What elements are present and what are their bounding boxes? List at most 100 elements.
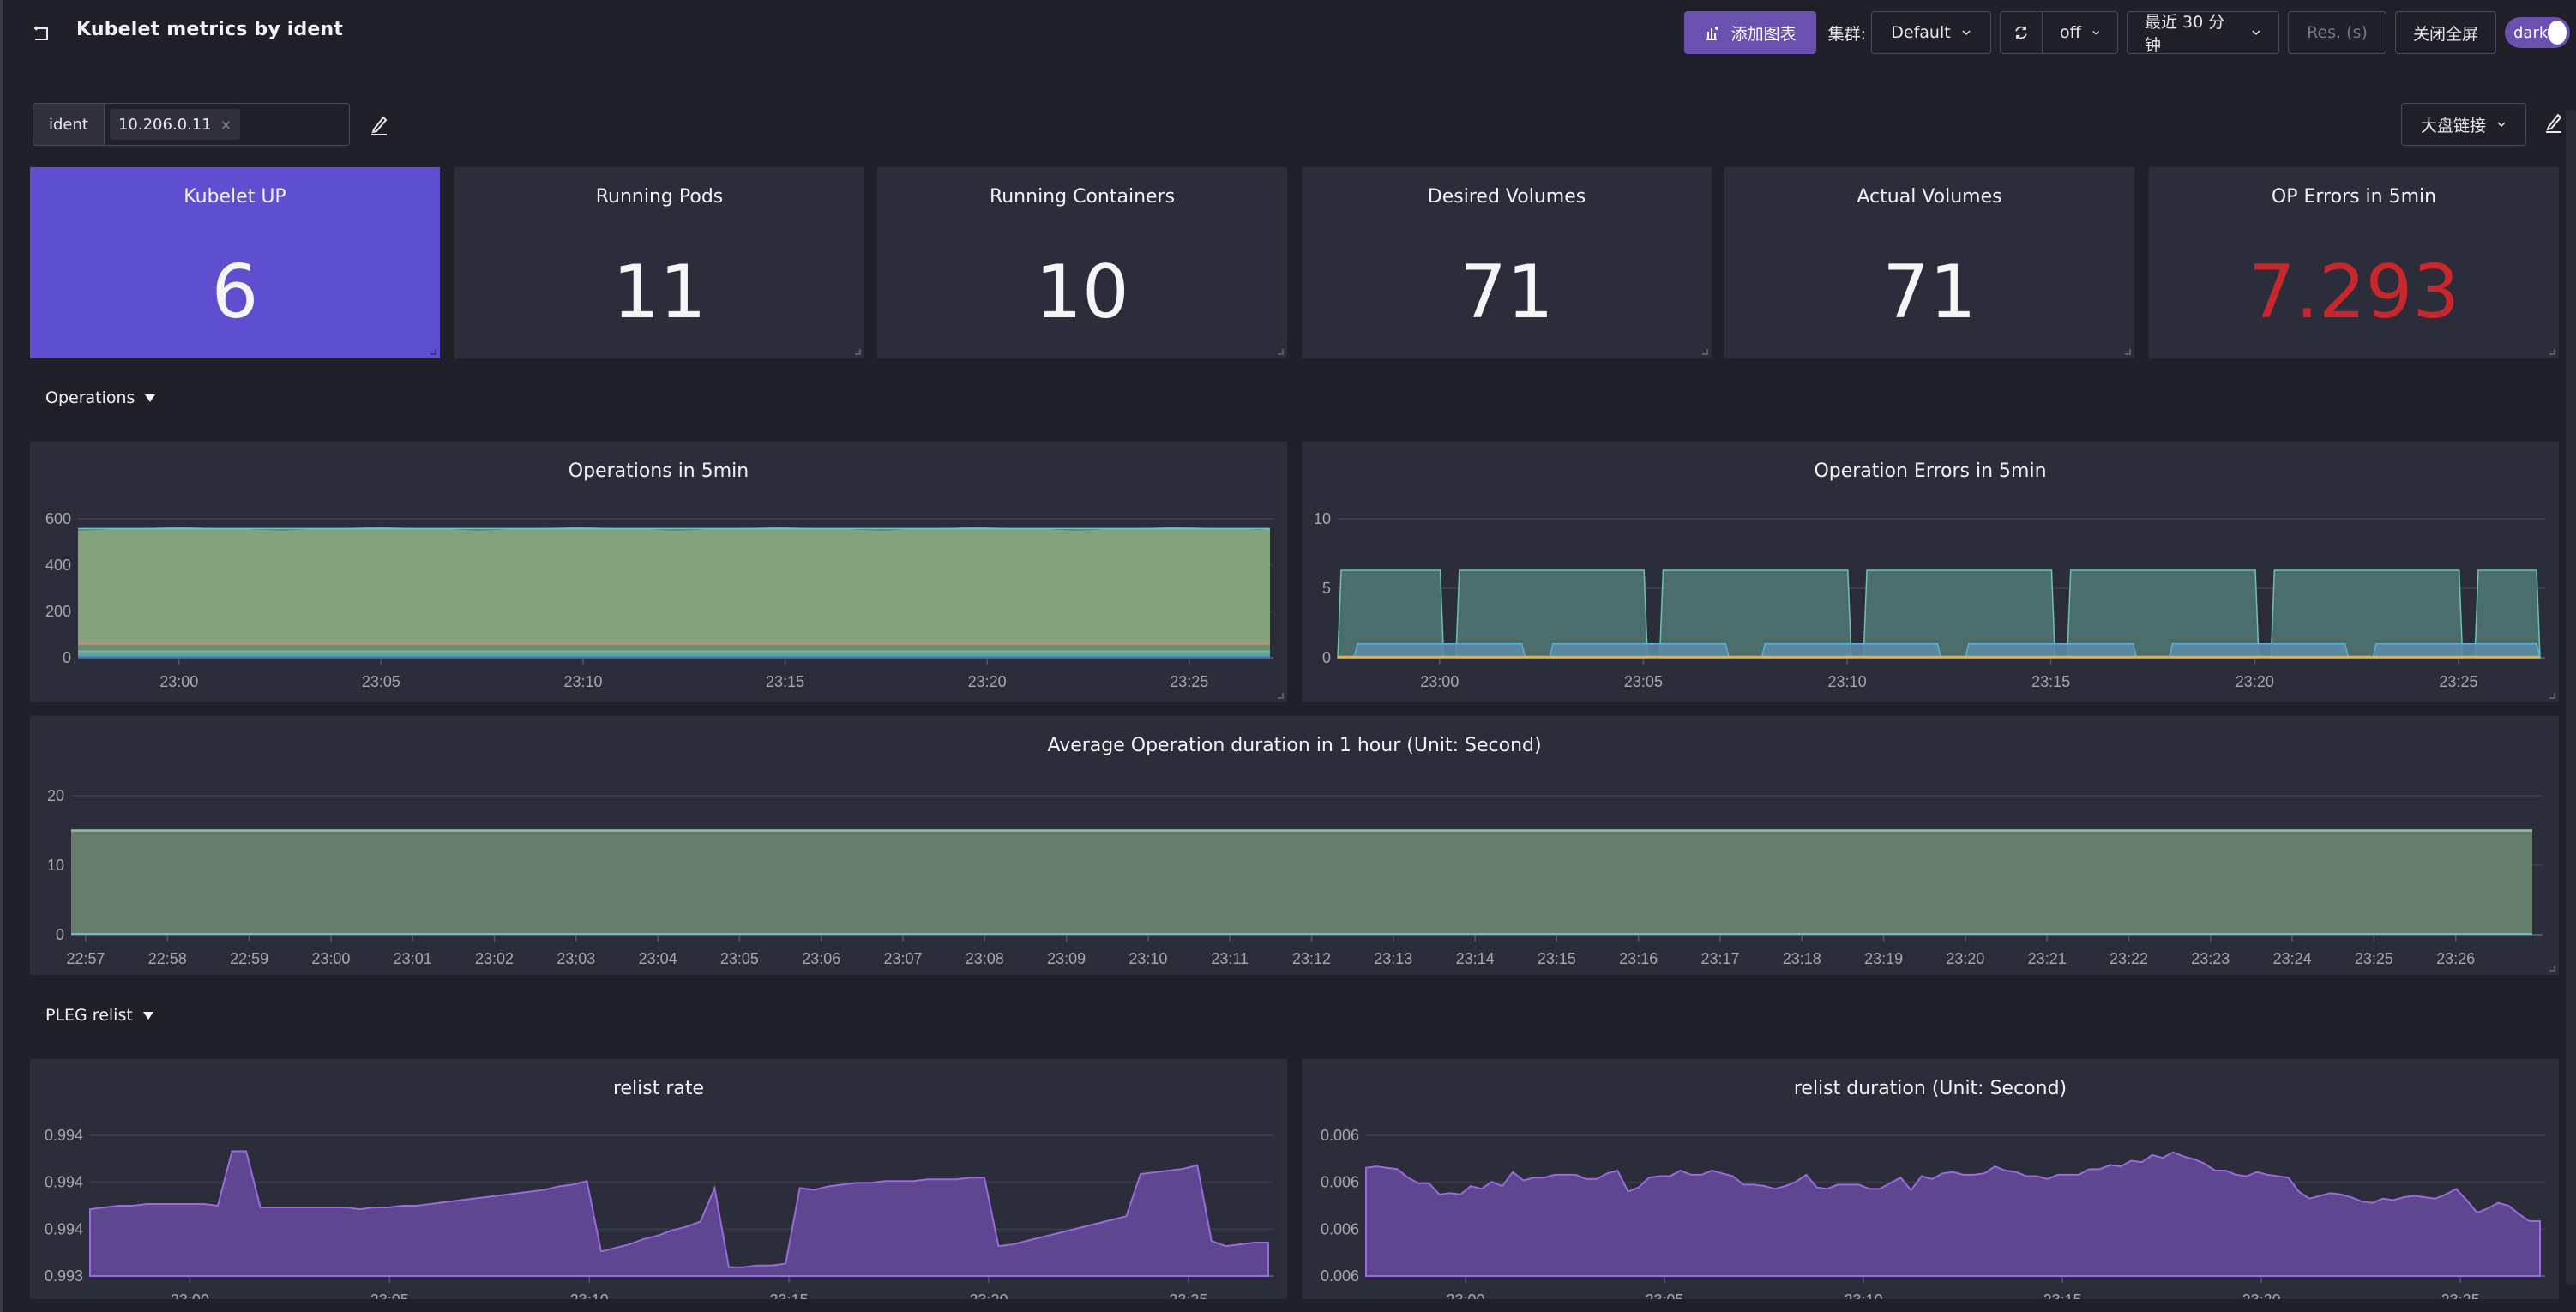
x-tick-label: 23:00 [311,950,350,967]
x-tick-label: 23:17 [1700,950,1739,967]
resize-handle[interactable] [2549,349,2555,355]
panel-relist-rate: relist rate 0.9930.9940.9940.99423:0023:… [30,1059,1287,1299]
x-tick-label: 23:00 [171,1291,209,1299]
stat-op-errors: OP Errors in 5min 7.293 [2149,167,2559,358]
x-tick-label: 23:20 [1946,950,1984,967]
resize-handle[interactable] [2549,966,2555,972]
refresh-button[interactable] [2000,11,2043,54]
x-tick-label: 23:24 [2273,950,2312,967]
area-series [78,527,1270,658]
toggle-knob [2548,21,2567,45]
stat-value: 10 [1035,250,1129,335]
refresh-interval-select[interactable]: off [2043,11,2118,54]
resize-handle[interactable] [430,349,436,355]
x-tick-label: 23:18 [1783,950,1821,967]
stat-value: 11 [612,250,707,335]
x-tick-label: 23:10 [570,1291,609,1299]
x-tick-label: 23:05 [1624,673,1663,690]
x-tick-label: 23:11 [1211,950,1249,967]
section-title: PLEG relist [45,1006,133,1025]
x-tick-label: 23:23 [2191,950,2230,967]
section-operations[interactable]: Operations [45,388,156,407]
remove-tag-icon[interactable]: × [220,117,232,133]
x-tick-label: 23:25 [2441,1291,2480,1299]
resize-handle[interactable] [1278,693,1284,699]
chevron-down-icon [2091,30,2099,35]
resize-handle[interactable] [2125,349,2131,355]
y-tick-label: 0 [63,649,71,666]
x-tick-label: 23:25 [1170,673,1208,690]
x-tick-label: 23:10 [1845,1291,1883,1299]
resize-handle[interactable] [1278,349,1284,355]
x-tick-label: 23:10 [1129,950,1167,967]
y-tick-label: 400 [45,557,71,574]
area-segment [1760,643,1942,659]
stat-title: Kubelet UP [184,186,286,208]
y-tick-label: 0 [56,926,64,943]
exit-fullscreen-button[interactable]: 关闭全屏 [2395,11,2496,54]
stat-running-pods: Running Pods 11 [454,167,864,358]
x-tick-label: 23:15 [2031,673,2070,690]
edit-links-icon[interactable] [2542,110,2566,134]
section-title: Operations [45,388,135,407]
stat-title: Running Containers [989,186,1176,208]
x-tick-label: 23:00 [1446,1291,1484,1299]
y-tick-label: 0 [1322,649,1331,666]
x-tick-label: 23:21 [2028,950,2067,967]
x-tick-label: 23:15 [766,673,804,690]
dashboard-page: Kubelet metrics by ident 添加图表 集群: Defaul… [0,0,2576,1312]
chevron-down-icon [2252,30,2260,36]
y-tick-label: 0.006 [1321,1220,1359,1237]
resolution-input[interactable]: Res. (s) [2288,11,2386,54]
stat-desired-volumes: Desired Volumes 71 [1302,167,1712,358]
back-arrow-icon[interactable] [33,22,54,43]
stat-title: Running Pods [595,186,724,208]
chart-avg-duration: 0 10 20 22:57 22:58 22:59 23:00 23:01 23:02 23:03… [47,787,2543,967]
caret-down-icon [142,1011,153,1020]
refresh-icon [2015,26,2027,39]
resize-handle[interactable] [1702,349,1708,355]
section-pleg-relist[interactable]: PLEG relist [45,1006,153,1025]
cluster-value: Default [1891,23,1951,42]
area-series [89,1150,1269,1277]
x-tick-label: 23:04 [639,950,677,967]
area-series [71,830,2532,935]
time-range-select[interactable]: 最近 30 分钟 [2127,11,2279,55]
stat-title: Desired Volumes [1427,186,1586,208]
cluster-select[interactable]: Default [1871,11,1991,54]
y-tick-label: 5 [1322,580,1331,597]
x-tick-label: 23:15 [770,1291,809,1299]
stat-kubelet-up: Kubelet UP 6 [30,167,440,358]
edit-variables-icon[interactable] [367,112,391,136]
stat-actual-volumes: Actual Volumes 71 [1724,167,2134,358]
theme-toggle[interactable]: dark [2505,17,2570,48]
x-tick-label: 23:00 [159,673,198,690]
x-tick-label: 23:19 [1864,950,1903,967]
y-tick-label: 0.993 [45,1267,83,1285]
chevron-down-icon [1962,30,1971,36]
add-chart-button[interactable]: 添加图表 [1683,11,1816,54]
stat-running-containers: Running Containers 10 [877,167,1287,358]
scrollbar[interactable] [2566,110,2576,1285]
y-tick-label: 10 [1314,510,1331,527]
resize-handle[interactable] [2549,693,2555,699]
variable-select[interactable]: 10.206.0.11 × [104,103,350,146]
x-tick-label: 23:05 [370,1291,409,1299]
y-tick-label: 0.994 [45,1220,83,1237]
resize-handle[interactable] [855,349,861,355]
stat-value: 71 [1882,250,1977,335]
y-tick-label: 10 [47,857,64,874]
panel-avg-duration: Average Operation duration in 1 hour (Un… [30,716,2559,975]
refresh-group: off [2000,11,2118,54]
add-chart-icon [1706,27,1718,40]
y-tick-label: 0.006 [1321,1127,1359,1144]
x-tick-label: 23:20 [968,673,1007,690]
chart-operation-errors: 0 5 10 23:00 23:05 23:10 23:15 23:20 23:25 [1314,510,2545,690]
selected-tag: 10.206.0.11 × [109,109,241,140]
dashboard-links-select[interactable]: 大盘链接 [2401,103,2526,146]
toolbar: 添加图表 集群: Default off 最近 30 分钟 Res. (s) 关… [1683,10,2570,55]
x-tick-label: 23:25 [1169,1291,1207,1299]
stat-value: 71 [1460,250,1554,335]
x-tick-label: 23:06 [802,950,840,967]
stat-value: 7.293 [2248,250,2460,335]
